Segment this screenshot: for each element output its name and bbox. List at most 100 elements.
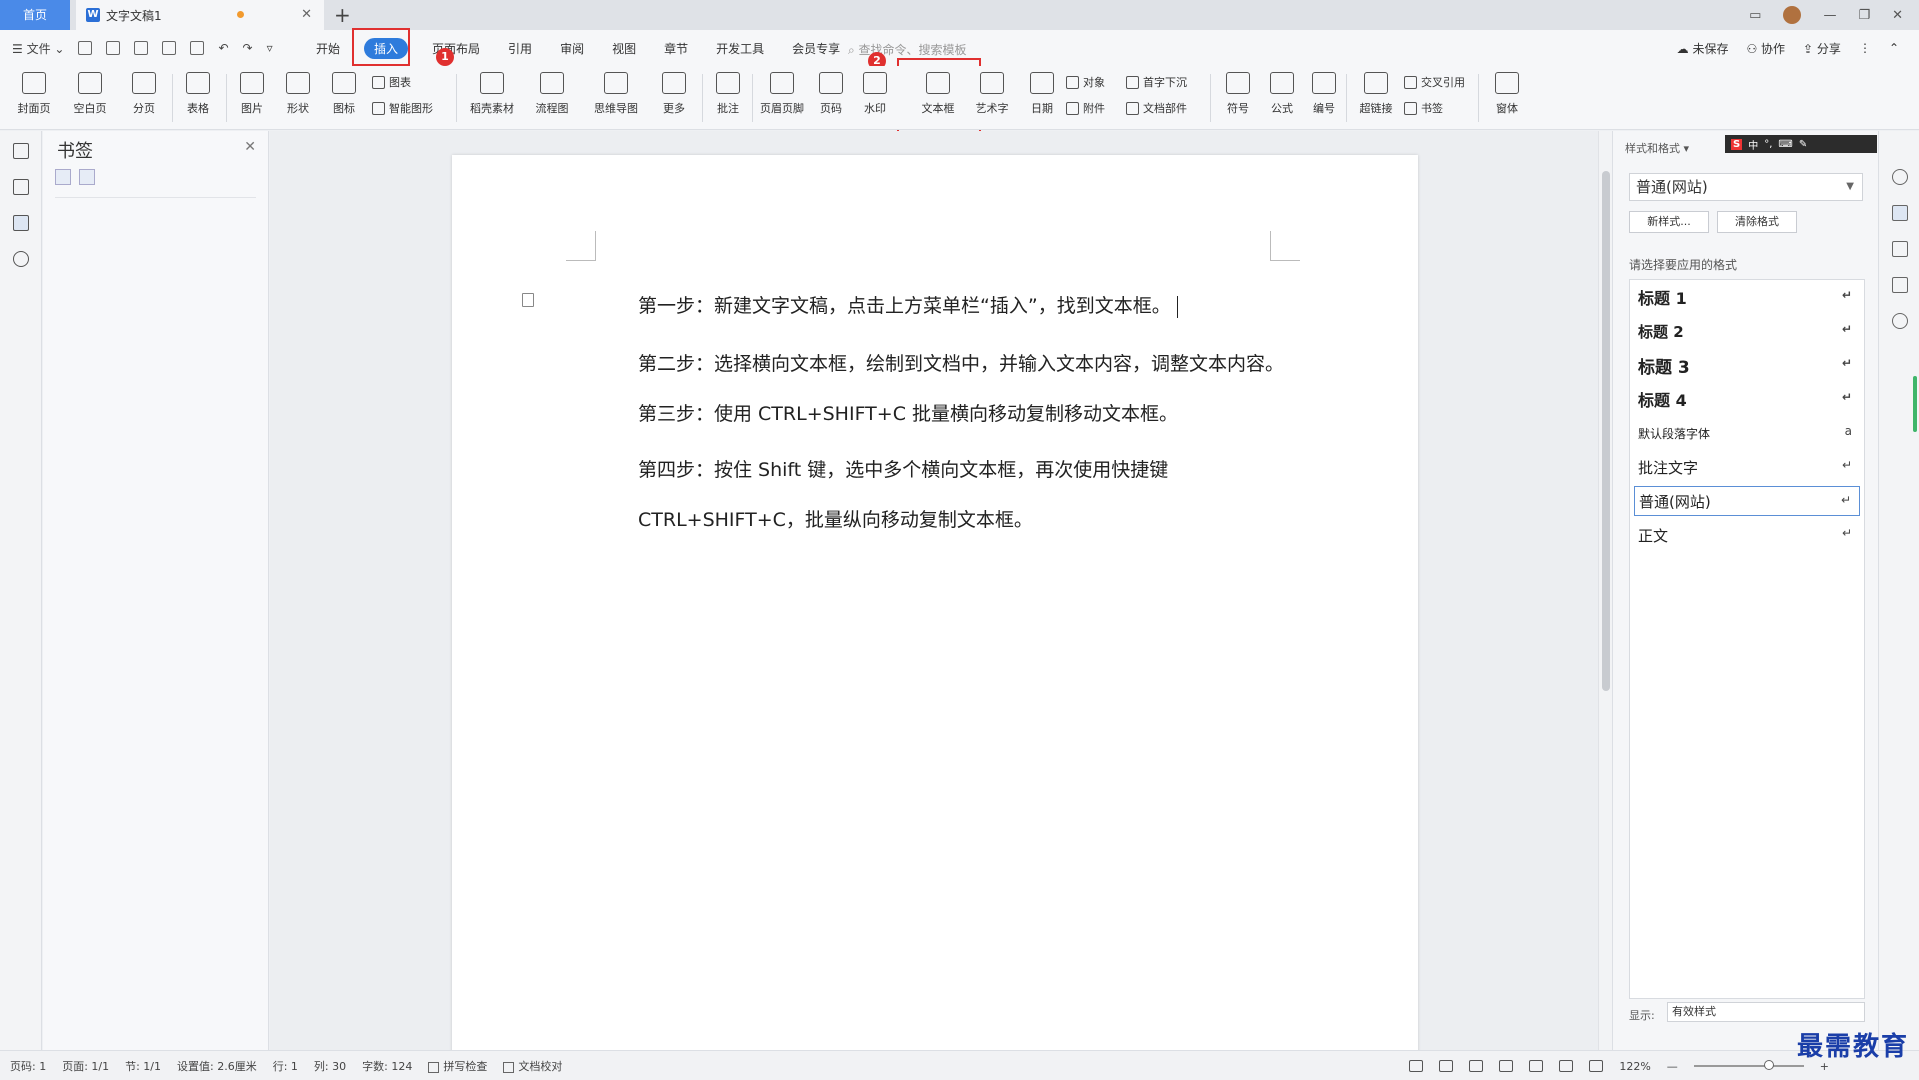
zoom-slider-knob[interactable]	[1763, 1060, 1774, 1070]
blank-page-button[interactable]: 空白页	[68, 72, 112, 116]
new-tab-button[interactable]: +	[334, 3, 351, 27]
close-window-button[interactable]: ✕	[1892, 8, 1903, 23]
style-panel-title[interactable]: 样式和格式 ▾	[1625, 140, 1689, 156]
zoom-level[interactable]: 122%	[1619, 1060, 1650, 1073]
minimize-button[interactable]: —	[1823, 8, 1836, 23]
tab-review[interactable]: 审阅	[560, 40, 584, 57]
save-icon[interactable]	[106, 41, 121, 55]
column-status[interactable]: 列: 30	[314, 1058, 346, 1074]
undo-icon[interactable]: ↶	[218, 41, 228, 55]
attachment-button[interactable]: 附件	[1066, 100, 1105, 116]
ime-keyboard-icon[interactable]: ⌨	[1778, 139, 1792, 150]
style-heading-3[interactable]: 标题 3 ↵	[1634, 350, 1860, 380]
search-icon[interactable]	[13, 251, 29, 267]
file-menu[interactable]: ☰ 文件 ⌄	[12, 40, 64, 57]
outline-icon[interactable]	[13, 143, 29, 159]
tab-chapter[interactable]: 章节	[664, 40, 688, 57]
page-number-button[interactable]: 页码	[812, 72, 850, 116]
print-icon[interactable]	[162, 41, 177, 55]
setting-status[interactable]: 设置值: 2.6厘米	[177, 1058, 257, 1074]
outline-view-icon[interactable]	[1469, 1060, 1484, 1072]
cross-reference-button[interactable]: 交叉引用	[1404, 74, 1465, 90]
symbol-button[interactable]: 符号	[1218, 72, 1258, 116]
watermark-button[interactable]: 水印	[856, 72, 894, 116]
print-preview-icon[interactable]	[190, 41, 205, 55]
ime-tools-icon[interactable]: ✎	[1799, 139, 1807, 150]
style-heading-4[interactable]: 标题 4 ↵	[1634, 384, 1860, 414]
paragraph-4[interactable]: 第四步：按住 Shift 键，选中多个横向文本框，再次使用快捷键	[638, 455, 1168, 482]
layout-switch-icon[interactable]: ▭	[1749, 8, 1761, 23]
fit-page-icon[interactable]	[1589, 1060, 1604, 1072]
drop-cap-button[interactable]: 首字下沉	[1126, 74, 1187, 90]
style-default-paragraph-font[interactable]: 默认段落字体 a	[1634, 418, 1860, 448]
hyperlink-button[interactable]: 超链接	[1354, 72, 1398, 116]
paragraph-5[interactable]: CTRL+SHIFT+C，批量纵向移动复制文本框。	[638, 505, 1033, 532]
docer-material-button[interactable]: 稻壳素材	[466, 72, 518, 116]
bookmark-button[interactable]: 书签	[1404, 100, 1443, 116]
collapse-ribbon-icon[interactable]: ⌃	[1889, 41, 1899, 55]
restore-button[interactable]: ❐	[1858, 8, 1870, 23]
tab-view[interactable]: 视图	[612, 40, 636, 57]
customize-toolbar-icon[interactable]: ▿	[267, 41, 273, 55]
page-number-status[interactable]: 页码: 1	[10, 1058, 46, 1074]
bookmark-panel-icon[interactable]	[13, 215, 29, 231]
style-pen-icon[interactable]	[1892, 205, 1908, 221]
share-button[interactable]: ⇪ 分享	[1803, 40, 1841, 57]
vertical-scrollbar[interactable]	[1598, 131, 1612, 1050]
header-footer-button[interactable]: 页眉页脚	[756, 72, 808, 116]
section-status[interactable]: 节: 1/1	[125, 1058, 161, 1074]
formula-button[interactable]: 公式	[1262, 72, 1302, 116]
zoom-slider[interactable]	[1693, 1060, 1804, 1070]
pages-status[interactable]: 页面: 1/1	[62, 1058, 109, 1074]
wordart-button[interactable]: 艺术字	[970, 72, 1014, 116]
word-count-status[interactable]: 字数: 124	[362, 1058, 412, 1074]
close-panel-icon[interactable]: ✕	[244, 139, 256, 155]
object-button[interactable]: 对象	[1066, 74, 1105, 90]
current-style-select[interactable]: 普通(网站) ▼	[1629, 173, 1863, 201]
chart-button[interactable]: 图表	[372, 74, 411, 90]
smart-art-button[interactable]: 智能图形	[372, 100, 433, 116]
row-status[interactable]: 行: 1	[273, 1058, 298, 1074]
shape-button[interactable]: 形状	[278, 72, 318, 116]
style-heading-2[interactable]: 标题 2 ↵	[1634, 316, 1860, 346]
sort-by-name-icon[interactable]	[55, 169, 71, 185]
clear-format-button[interactable]: 清除格式	[1717, 211, 1797, 233]
document-page[interactable]: 第一步：新建文字文稿，点击上方菜单栏“插入”，找到文本框。 第二步：选择横向文本…	[452, 155, 1418, 1055]
tab-developer[interactable]: 开发工具	[716, 40, 764, 57]
new-doc-icon[interactable]	[78, 41, 93, 55]
zoom-out-icon[interactable]: —	[1667, 1060, 1678, 1073]
select-cursor-icon[interactable]	[1892, 241, 1908, 257]
form-button[interactable]: 窗体	[1486, 72, 1528, 116]
tab-member[interactable]: 会员专享	[792, 40, 840, 57]
sort-by-location-icon[interactable]	[79, 169, 95, 185]
scrollbar-thumb[interactable]	[1602, 171, 1610, 691]
spell-check-toggle[interactable]: 拼写检查	[428, 1058, 487, 1074]
rocket-icon[interactable]	[1892, 169, 1908, 185]
style-heading-1[interactable]: 标题 1 ↵	[1634, 282, 1860, 312]
tab-references[interactable]: 引用	[508, 40, 532, 57]
web-view-icon[interactable]	[1529, 1060, 1544, 1072]
format-painter-icon[interactable]	[134, 41, 149, 55]
unsaved-status[interactable]: ☁ 未保存	[1677, 40, 1729, 57]
style-comment-text[interactable]: 批注文字 ↵	[1634, 452, 1860, 482]
chapter-nav-icon[interactable]	[13, 179, 29, 195]
avatar[interactable]	[1783, 6, 1802, 24]
style-normal-web[interactable]: 普通(网站) ↵	[1634, 486, 1860, 516]
document-tab[interactable]: W 文字文稿1 ✕	[76, 0, 324, 30]
write-view-icon[interactable]	[1559, 1060, 1574, 1072]
paragraph-1[interactable]: 第一步：新建文字文稿，点击上方菜单栏“插入”，找到文本框。	[638, 291, 1179, 318]
page-break-button[interactable]: 分页	[124, 72, 164, 116]
style-body-text[interactable]: 正文 ↵	[1634, 520, 1860, 550]
doc-parts-button[interactable]: 文档部件	[1126, 100, 1187, 116]
show-filter-select[interactable]: 有效样式	[1667, 1002, 1865, 1022]
help-icon[interactable]	[1892, 313, 1908, 329]
command-search[interactable]: ⌕ 查找命令、搜索模板	[848, 41, 967, 58]
date-button[interactable]: 日期	[1024, 72, 1060, 116]
comment-button[interactable]: 批注	[708, 72, 748, 116]
mindmap-button[interactable]: 思维导图	[586, 72, 646, 116]
paragraph-3[interactable]: 第三步：使用 CTRL+SHIFT+C 批量横向移动复制移动文本框。	[638, 399, 1178, 426]
flowchart-button[interactable]: 流程图	[528, 72, 576, 116]
paragraph-2[interactable]: 第二步：选择横向文本框，绘制到文档中，并输入文本内容，调整文本内容。	[638, 349, 1284, 376]
textbox-button[interactable]: 文本框	[912, 72, 964, 116]
tab-start[interactable]: 开始	[316, 40, 340, 57]
